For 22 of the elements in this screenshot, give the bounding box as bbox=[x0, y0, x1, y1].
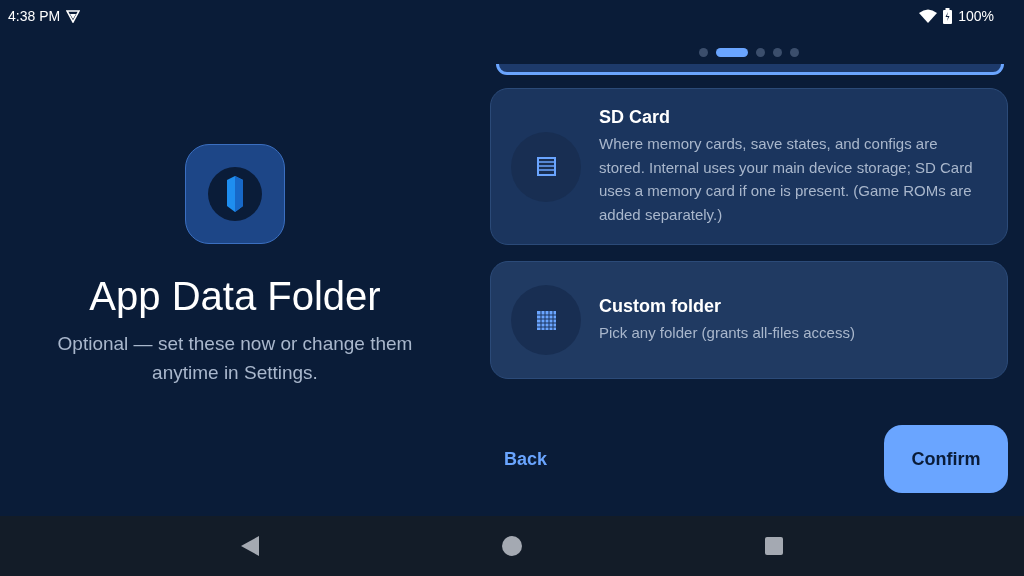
confirm-button[interactable]: Confirm bbox=[884, 425, 1008, 493]
option-card[interactable]: Custom folder Pick any folder (grants all-files access) bbox=[490, 261, 1008, 379]
battery-level: 100% bbox=[958, 8, 994, 24]
option-card[interactable] bbox=[496, 64, 1004, 75]
back-button[interactable]: Back bbox=[490, 438, 562, 480]
shield-icon bbox=[66, 9, 81, 23]
recents-nav-icon[interactable] bbox=[764, 537, 783, 555]
wifi-icon bbox=[919, 9, 938, 23]
option-card[interactable]: SD Card Where memory cards, save states, and configs are stored. Internal uses your main device storage; SD Card uses a memory card if one is present. (Game ROMs are added separately.) bbox=[490, 88, 1008, 245]
option-description: Where memory cards, save states, and configs are stored. Internal uses your main device storage; SD Card uses a memory card if one is present. (Game ROMs are added separately.) bbox=[599, 134, 974, 225]
app-icon bbox=[185, 144, 285, 244]
battery-icon bbox=[943, 8, 953, 24]
back-nav-icon[interactable] bbox=[241, 536, 260, 556]
list-icon bbox=[536, 157, 556, 176]
option-description: Pick any folder (grants all-files access) bbox=[599, 322, 855, 343]
page-title: App Data Folder bbox=[89, 274, 381, 319]
status-time: 4:38 PM bbox=[8, 8, 61, 24]
page-subtitle: Optional — set these now or change them anytime in Settings. bbox=[56, 332, 414, 385]
home-nav-icon[interactable] bbox=[502, 536, 522, 556]
grid-icon bbox=[536, 310, 556, 330]
option-title: Custom folder bbox=[599, 295, 722, 317]
option-title: SD Card bbox=[599, 107, 671, 128]
